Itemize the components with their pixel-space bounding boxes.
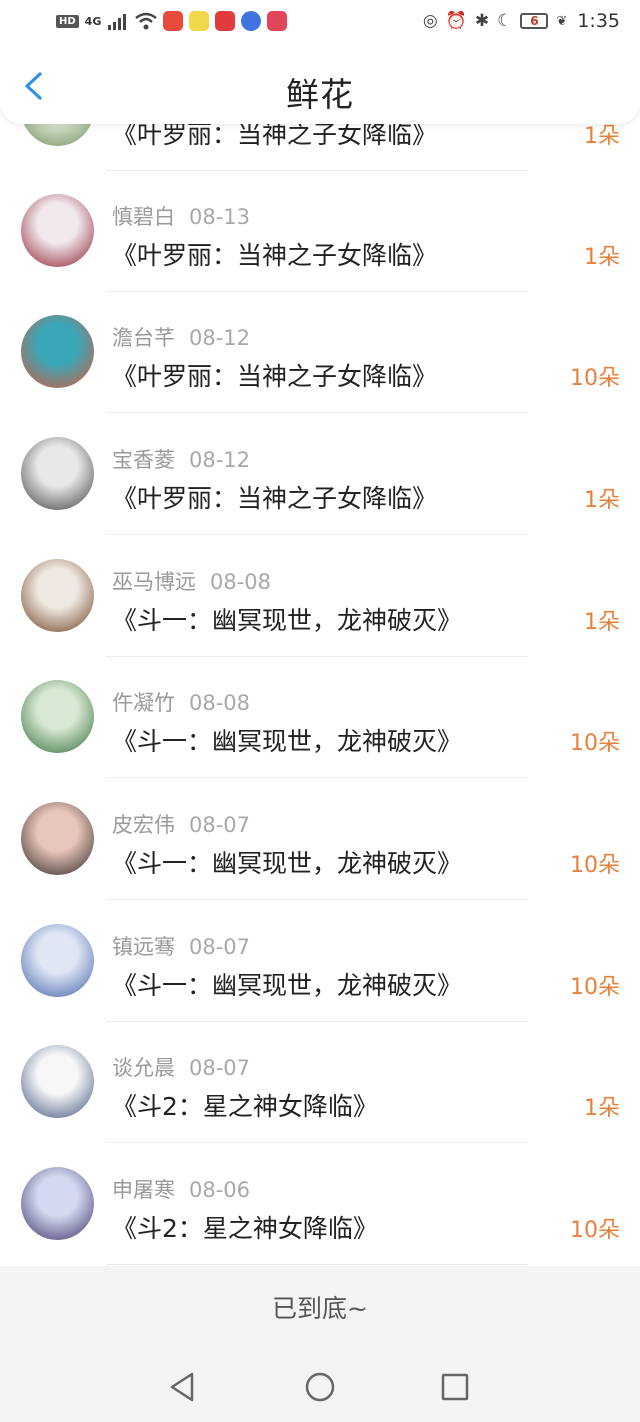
user-name-text: 谈允晨 bbox=[112, 1056, 175, 1080]
divider bbox=[106, 777, 528, 778]
list-item[interactable]: 澹台芊 08-12 《叶罗丽：当神之子女降临》 10朵 bbox=[0, 292, 640, 413]
flower-count: 1朵 bbox=[584, 245, 620, 270]
shopping-app-icon bbox=[163, 11, 184, 31]
flower-count: 1朵 bbox=[584, 488, 620, 513]
avatar[interactable] bbox=[21, 1045, 94, 1118]
flower-count: 1朵 bbox=[584, 1096, 620, 1121]
video-app-icon bbox=[215, 11, 236, 31]
list-item[interactable]: 谈允晨 08-07 《斗2：星之神女降临》 1朵 bbox=[0, 1022, 640, 1143]
nav-recents-icon[interactable] bbox=[438, 1370, 472, 1404]
gift-date: 08-07 bbox=[189, 1056, 251, 1080]
user-name-text: 慎碧白 bbox=[112, 205, 175, 229]
moon-icon: ☾ bbox=[497, 11, 513, 31]
book-title[interactable]: 《斗一：幽冥现世，龙神破灭》 bbox=[112, 966, 462, 1002]
hd-icon: HD bbox=[56, 14, 79, 28]
user-name: 巫马博远 08-08 bbox=[112, 566, 271, 596]
book-title[interactable]: 《叶罗丽：当神之子女降临》 bbox=[112, 357, 437, 393]
wifi-icon bbox=[135, 12, 158, 30]
reader-app-icon bbox=[189, 11, 210, 31]
list-item[interactable]: 慎碧白 08-13 《叶罗丽：当神之子女降临》 1朵 bbox=[0, 171, 640, 292]
flower-count: 10朵 bbox=[570, 975, 620, 1000]
divider bbox=[106, 1142, 528, 1143]
list-item[interactable]: 巫马博远 08-08 《斗一：幽冥现世，龙神破灭》 1朵 bbox=[0, 536, 640, 657]
divider bbox=[106, 412, 528, 413]
flower-count: 1朵 bbox=[584, 610, 620, 635]
page-header: 鲜花 bbox=[0, 44, 640, 124]
user-name: 澹台芊 08-12 bbox=[112, 322, 250, 352]
leaf-icon: ❦ bbox=[556, 13, 568, 29]
user-name: 谈允晨 08-07 bbox=[112, 1052, 250, 1082]
list-item[interactable]: 仵凝竹 08-08 《斗一：幽冥现世，龙神破灭》 10朵 bbox=[0, 657, 640, 778]
user-name-text: 仵凝竹 bbox=[112, 691, 175, 715]
list-item[interactable]: 申屠寒 08-06 《斗2：星之神女降临》 10朵 bbox=[0, 1144, 640, 1265]
gift-date: 08-08 bbox=[189, 691, 251, 715]
user-name: 镇远骞 08-07 bbox=[112, 931, 250, 961]
list-item[interactable]: 宝香菱 08-12 《叶罗丽：当神之子女降临》 1朵 bbox=[0, 414, 640, 535]
nav-back-icon[interactable] bbox=[166, 1370, 200, 1404]
battery-icon: 6 bbox=[520, 13, 549, 29]
avatar[interactable] bbox=[21, 194, 94, 267]
divider bbox=[106, 899, 528, 900]
user-name-text: 澹台芊 bbox=[112, 326, 175, 350]
avatar[interactable] bbox=[21, 315, 94, 388]
user-name: 慎碧白 08-13 bbox=[112, 201, 250, 231]
nav-home-icon[interactable] bbox=[303, 1370, 337, 1404]
user-name-text: 皮宏伟 bbox=[112, 813, 175, 837]
gift-date: 08-06 bbox=[189, 1178, 251, 1202]
gift-date: 08-13 bbox=[189, 205, 251, 229]
user-name-text: 镇远骞 bbox=[112, 935, 175, 959]
status-bar: HD 4G ◎ ⏰ ✱ ☾ 6 ❦ 1:35 bbox=[0, 0, 640, 44]
data-saver-icon: ◎ bbox=[422, 11, 438, 31]
book-title[interactable]: 《叶罗丽：当神之子女降临》 bbox=[112, 236, 437, 272]
user-name: 皮宏伟 08-07 bbox=[112, 809, 250, 839]
system-nav-bar bbox=[0, 1352, 640, 1422]
book-title[interactable]: 《斗一：幽冥现世，龙神破灭》 bbox=[112, 844, 462, 880]
user-name: 仵凝竹 08-08 bbox=[112, 687, 250, 717]
flower-count: 10朵 bbox=[570, 1218, 620, 1243]
gift-date: 08-12 bbox=[189, 448, 251, 472]
gift-date: 08-07 bbox=[189, 813, 251, 837]
clock: 1:35 bbox=[577, 10, 620, 32]
book-title[interactable]: 《斗一：幽冥现世，龙神破灭》 bbox=[112, 601, 462, 637]
notes-app-icon bbox=[267, 11, 288, 31]
user-name-text: 宝香菱 bbox=[112, 448, 175, 472]
book-title[interactable]: 《斗一：幽冥现世，龙神破灭》 bbox=[112, 722, 462, 758]
page-title: 鲜花 bbox=[286, 75, 354, 114]
list-item[interactable]: 镇远骞 08-07 《斗一：幽冥现世，龙神破灭》 10朵 bbox=[0, 901, 640, 1022]
list-item[interactable]: 皮宏伟 08-07 《斗一：幽冥现世，龙神破灭》 10朵 bbox=[0, 779, 640, 900]
gift-date: 08-12 bbox=[189, 326, 251, 350]
divider bbox=[106, 534, 528, 535]
flower-count: 10朵 bbox=[570, 731, 620, 756]
status-left: HD 4G bbox=[56, 9, 288, 33]
avatar[interactable] bbox=[21, 1167, 94, 1240]
flower-count: 10朵 bbox=[570, 853, 620, 878]
user-name-text: 申屠寒 bbox=[112, 1178, 175, 1202]
avatar[interactable] bbox=[21, 559, 94, 632]
status-right: ◎ ⏰ ✱ ☾ 6 ❦ 1:35 bbox=[423, 9, 620, 33]
book-title[interactable]: 《斗2：星之神女降临》 bbox=[112, 1087, 378, 1123]
user-name: 宝香菱 08-12 bbox=[112, 444, 250, 474]
bluetooth-icon: ✱ bbox=[474, 11, 490, 31]
book-title[interactable]: 《斗2：星之神女降临》 bbox=[112, 1209, 378, 1245]
avatar[interactable] bbox=[21, 802, 94, 875]
avatar[interactable] bbox=[21, 924, 94, 997]
book-title[interactable]: 《叶罗丽：当神之子女降临》 bbox=[112, 479, 437, 515]
end-of-list: 已到底~ bbox=[0, 1266, 640, 1352]
user-name: 申屠寒 08-06 bbox=[112, 1174, 250, 1204]
network-type: 4G bbox=[84, 14, 102, 28]
avatar[interactable] bbox=[21, 437, 94, 510]
avatar[interactable] bbox=[21, 680, 94, 753]
divider bbox=[106, 1264, 528, 1265]
signal-icon bbox=[108, 14, 127, 30]
browser-app-icon bbox=[241, 11, 262, 31]
flower-count: 10朵 bbox=[570, 366, 620, 391]
alarm-icon: ⏰ bbox=[445, 11, 467, 31]
gift-date: 08-08 bbox=[210, 570, 272, 594]
user-name-text: 巫马博远 bbox=[112, 570, 196, 594]
gift-date: 08-07 bbox=[189, 935, 251, 959]
